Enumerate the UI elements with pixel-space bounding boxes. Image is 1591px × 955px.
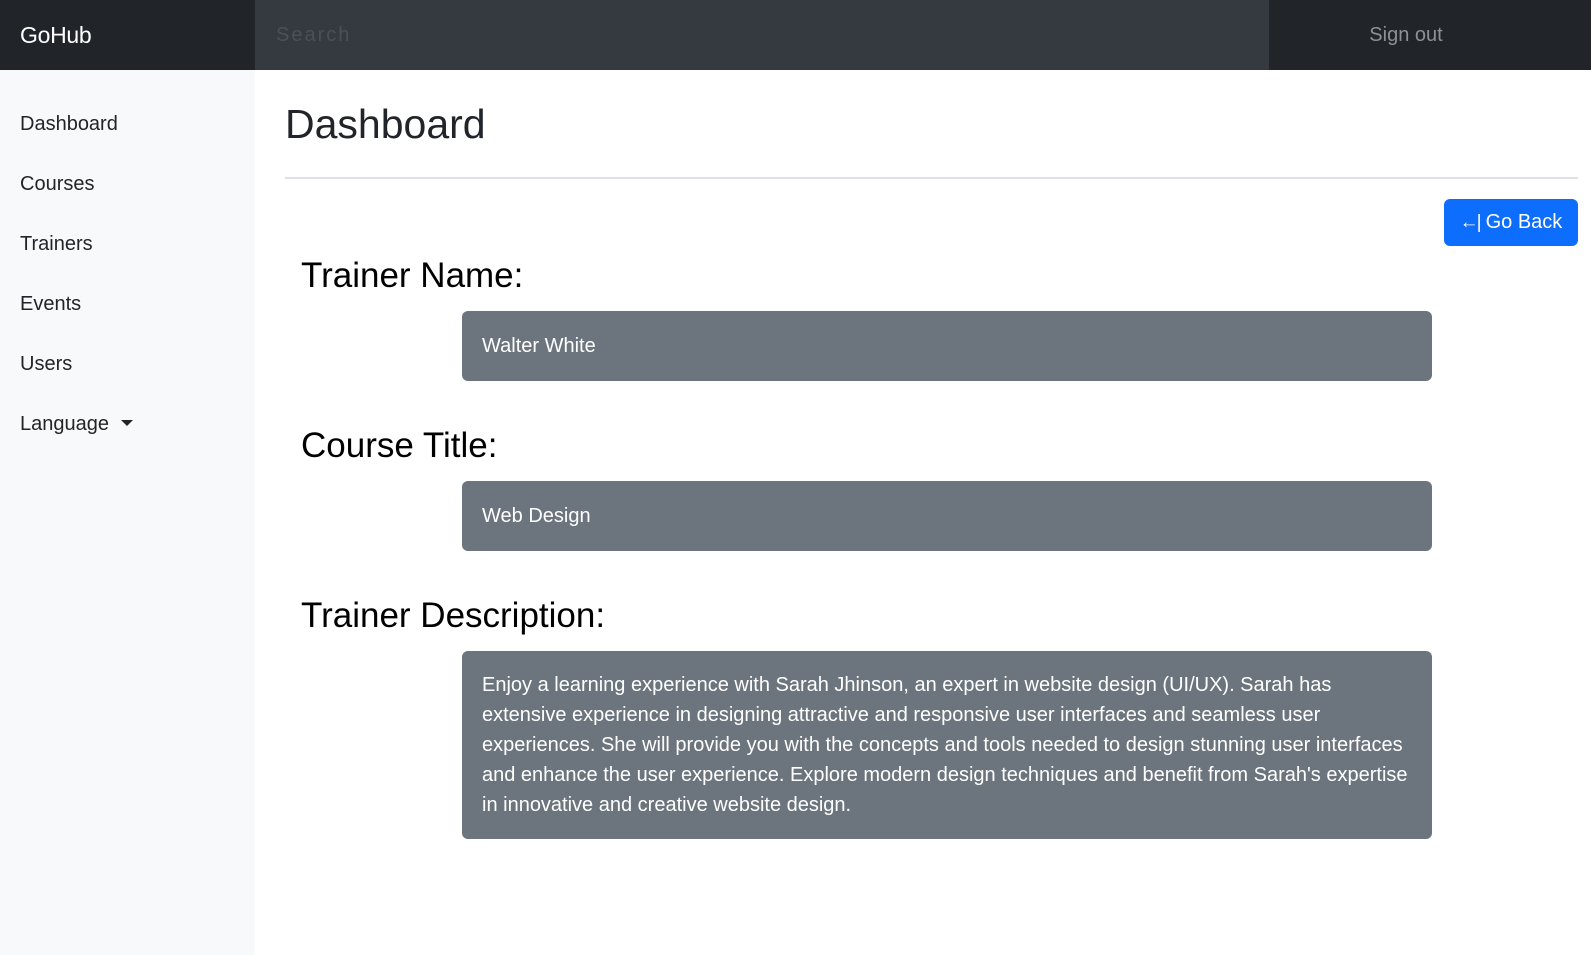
sidebar-item-dashboard[interactable]: Dashboard [0,94,255,154]
sidebar-item-trainers[interactable]: Trainers [0,214,255,274]
caret-down-icon [120,420,133,426]
top-navbar: GoHub Sign out [0,0,1591,70]
main-content: Dashboard ←| Go Back Trainer Name: Walte… [285,70,1578,839]
arrow-left-bar-icon: ←| [1459,211,1482,233]
sidebar-item-label: Trainers [20,232,93,255]
sidebar-item-courses[interactable]: Courses [0,154,255,214]
sign-out-link[interactable]: Sign out [1369,24,1442,47]
title-divider [285,177,1578,179]
search-input[interactable] [255,0,1269,70]
trainer-description-label: Trainer Description: [301,596,606,635]
brand-link[interactable]: GoHub [0,0,255,70]
page-title: Dashboard [285,101,486,147]
sidebar-item-label: Language [20,412,109,435]
language-dropdown-toggle[interactable]: Language [0,394,255,454]
sidebar: Dashboard Courses Trainers Events Users … [0,70,255,955]
trainer-name-label: Trainer Name: [301,256,524,295]
signout-container: Sign out [1269,0,1591,70]
course-title-value: Web Design [462,481,1432,551]
trainer-name-value: Walter White [462,311,1432,381]
sidebar-item-label: Users [20,352,73,375]
sidebar-item-users[interactable]: Users [0,334,255,394]
sidebar-item-label: Courses [20,172,95,195]
sidebar-item-label: Events [20,292,82,315]
sidebar-item-events[interactable]: Events [0,274,255,334]
go-back-label: Go Back [1485,211,1563,233]
sidebar-item-label: Dashboard [20,112,118,135]
course-title-label: Course Title: [301,426,498,465]
go-back-button[interactable]: ←| Go Back [1444,199,1578,246]
trainer-description-value: Enjoy a learning experience with Sarah J… [462,651,1432,839]
